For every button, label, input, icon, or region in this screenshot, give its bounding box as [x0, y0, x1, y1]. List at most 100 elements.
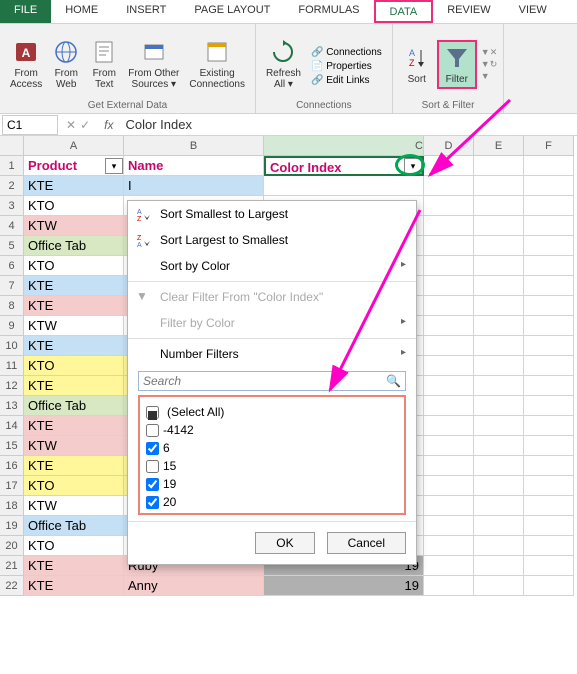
cell[interactable]	[474, 256, 524, 276]
accept-formula-icon[interactable]: ✓	[80, 118, 90, 132]
filter-dropdown-A[interactable]: ▾	[105, 158, 123, 174]
row-header[interactable]: 14	[0, 416, 24, 436]
row-header[interactable]: 4	[0, 216, 24, 236]
row-header[interactable]: 21	[0, 556, 24, 576]
cell[interactable]: KTW	[24, 316, 124, 336]
cell[interactable]	[524, 536, 574, 556]
cell[interactable]	[524, 176, 574, 196]
cell[interactable]	[424, 196, 474, 216]
cell[interactable]	[524, 456, 574, 476]
cell[interactable]	[264, 176, 424, 196]
number-filters-item[interactable]: Number Filters	[128, 341, 416, 367]
filter-checkbox-item[interactable]: -4142	[146, 421, 398, 439]
tab-formulas[interactable]: FORMULAS	[284, 0, 373, 23]
tab-home[interactable]: HOME	[51, 0, 112, 23]
col-header-A[interactable]: A	[24, 136, 124, 156]
cell[interactable]	[474, 316, 524, 336]
cell[interactable]: KTE	[24, 576, 124, 596]
row-header[interactable]: 15	[0, 436, 24, 456]
filter-checkbox-item[interactable]: 19	[146, 475, 398, 493]
ok-button[interactable]: OK	[255, 532, 314, 554]
cell[interactable]	[474, 536, 524, 556]
cell[interactable]: KTE	[24, 376, 124, 396]
cell[interactable]	[424, 336, 474, 356]
select-all-checkbox[interactable]: (Select All)	[146, 403, 398, 421]
cell[interactable]	[474, 236, 524, 256]
cell[interactable]	[424, 216, 474, 236]
cell[interactable]: I	[124, 176, 264, 196]
cell[interactable]	[524, 516, 574, 536]
filter-checkbox-item[interactable]: 15	[146, 457, 398, 475]
row-header[interactable]: 13	[0, 396, 24, 416]
filter-search[interactable]: 🔍	[138, 371, 406, 391]
cell[interactable]	[474, 556, 524, 576]
row-header[interactable]: 5	[0, 236, 24, 256]
existing-connections-button[interactable]: Existing Connections	[185, 36, 249, 92]
cell[interactable]	[424, 356, 474, 376]
cell[interactable]: KTO	[24, 356, 124, 376]
cell[interactable]: KTW	[24, 496, 124, 516]
cell[interactable]	[524, 376, 574, 396]
cell-D1[interactable]	[424, 156, 474, 176]
cell[interactable]	[474, 356, 524, 376]
connections-button[interactable]: 🔗 Connections	[307, 46, 386, 59]
cell[interactable]	[424, 276, 474, 296]
select-all-corner[interactable]	[0, 136, 24, 156]
row-header[interactable]: 22	[0, 576, 24, 596]
cell[interactable]	[524, 276, 574, 296]
properties-button[interactable]: 📄 Properties	[307, 60, 386, 73]
cell[interactable]	[524, 396, 574, 416]
col-header-F[interactable]: F	[524, 136, 574, 156]
cell[interactable]	[524, 196, 574, 216]
filter-button[interactable]: Filter	[437, 40, 477, 89]
col-header-E[interactable]: E	[474, 136, 524, 156]
sort-by-color-item[interactable]: Sort by Color	[128, 253, 416, 279]
cell[interactable]	[524, 236, 574, 256]
cell[interactable]	[524, 556, 574, 576]
cell[interactable]	[474, 456, 524, 476]
filter-search-input[interactable]	[143, 374, 386, 388]
cell[interactable]: KTO	[24, 196, 124, 216]
cell[interactable]	[424, 436, 474, 456]
cell[interactable]	[424, 316, 474, 336]
row-header[interactable]: 10	[0, 336, 24, 356]
row-header[interactable]: 12	[0, 376, 24, 396]
row-header[interactable]: 2	[0, 176, 24, 196]
cell[interactable]: Anny	[124, 576, 264, 596]
tab-data[interactable]: DATA	[374, 0, 434, 23]
cell[interactable]	[474, 216, 524, 236]
row-header[interactable]: 6	[0, 256, 24, 276]
cell[interactable]	[424, 236, 474, 256]
from-web-button[interactable]: From Web	[48, 36, 84, 92]
cell[interactable]: KTW	[24, 436, 124, 456]
cell[interactable]: Office Tab	[24, 236, 124, 256]
filter-checkbox-item[interactable]: 20	[146, 493, 398, 511]
sort-desc-item[interactable]: ZASort Largest to Smallest	[128, 227, 416, 253]
col-header-D[interactable]: D	[424, 136, 474, 156]
cell[interactable]	[524, 296, 574, 316]
cell[interactable]	[424, 376, 474, 396]
edit-links-button[interactable]: 🔗 Edit Links	[307, 74, 386, 87]
cell[interactable]	[524, 336, 574, 356]
cell[interactable]: KTO	[24, 476, 124, 496]
cell[interactable]	[424, 476, 474, 496]
cell[interactable]	[424, 496, 474, 516]
cell[interactable]: KTO	[24, 256, 124, 276]
cell[interactable]	[474, 396, 524, 416]
row-header[interactable]: 17	[0, 476, 24, 496]
cell[interactable]	[474, 296, 524, 316]
cell[interactable]	[474, 176, 524, 196]
sort-asc-item[interactable]: AZSort Smallest to Largest	[128, 201, 416, 227]
cell-F1[interactable]	[524, 156, 574, 176]
cell[interactable]: KTW	[24, 216, 124, 236]
cell[interactable]: KTO	[24, 536, 124, 556]
from-other-button[interactable]: From Other Sources ▾	[124, 36, 183, 92]
sort-button[interactable]: AZSort	[399, 42, 435, 87]
cell[interactable]	[524, 496, 574, 516]
row-header[interactable]: 18	[0, 496, 24, 516]
tab-file[interactable]: FILE	[0, 0, 51, 23]
cell[interactable]	[524, 216, 574, 236]
col-header-C[interactable]: C	[264, 136, 424, 156]
tab-review[interactable]: REVIEW	[433, 0, 504, 23]
cell[interactable]	[424, 556, 474, 576]
